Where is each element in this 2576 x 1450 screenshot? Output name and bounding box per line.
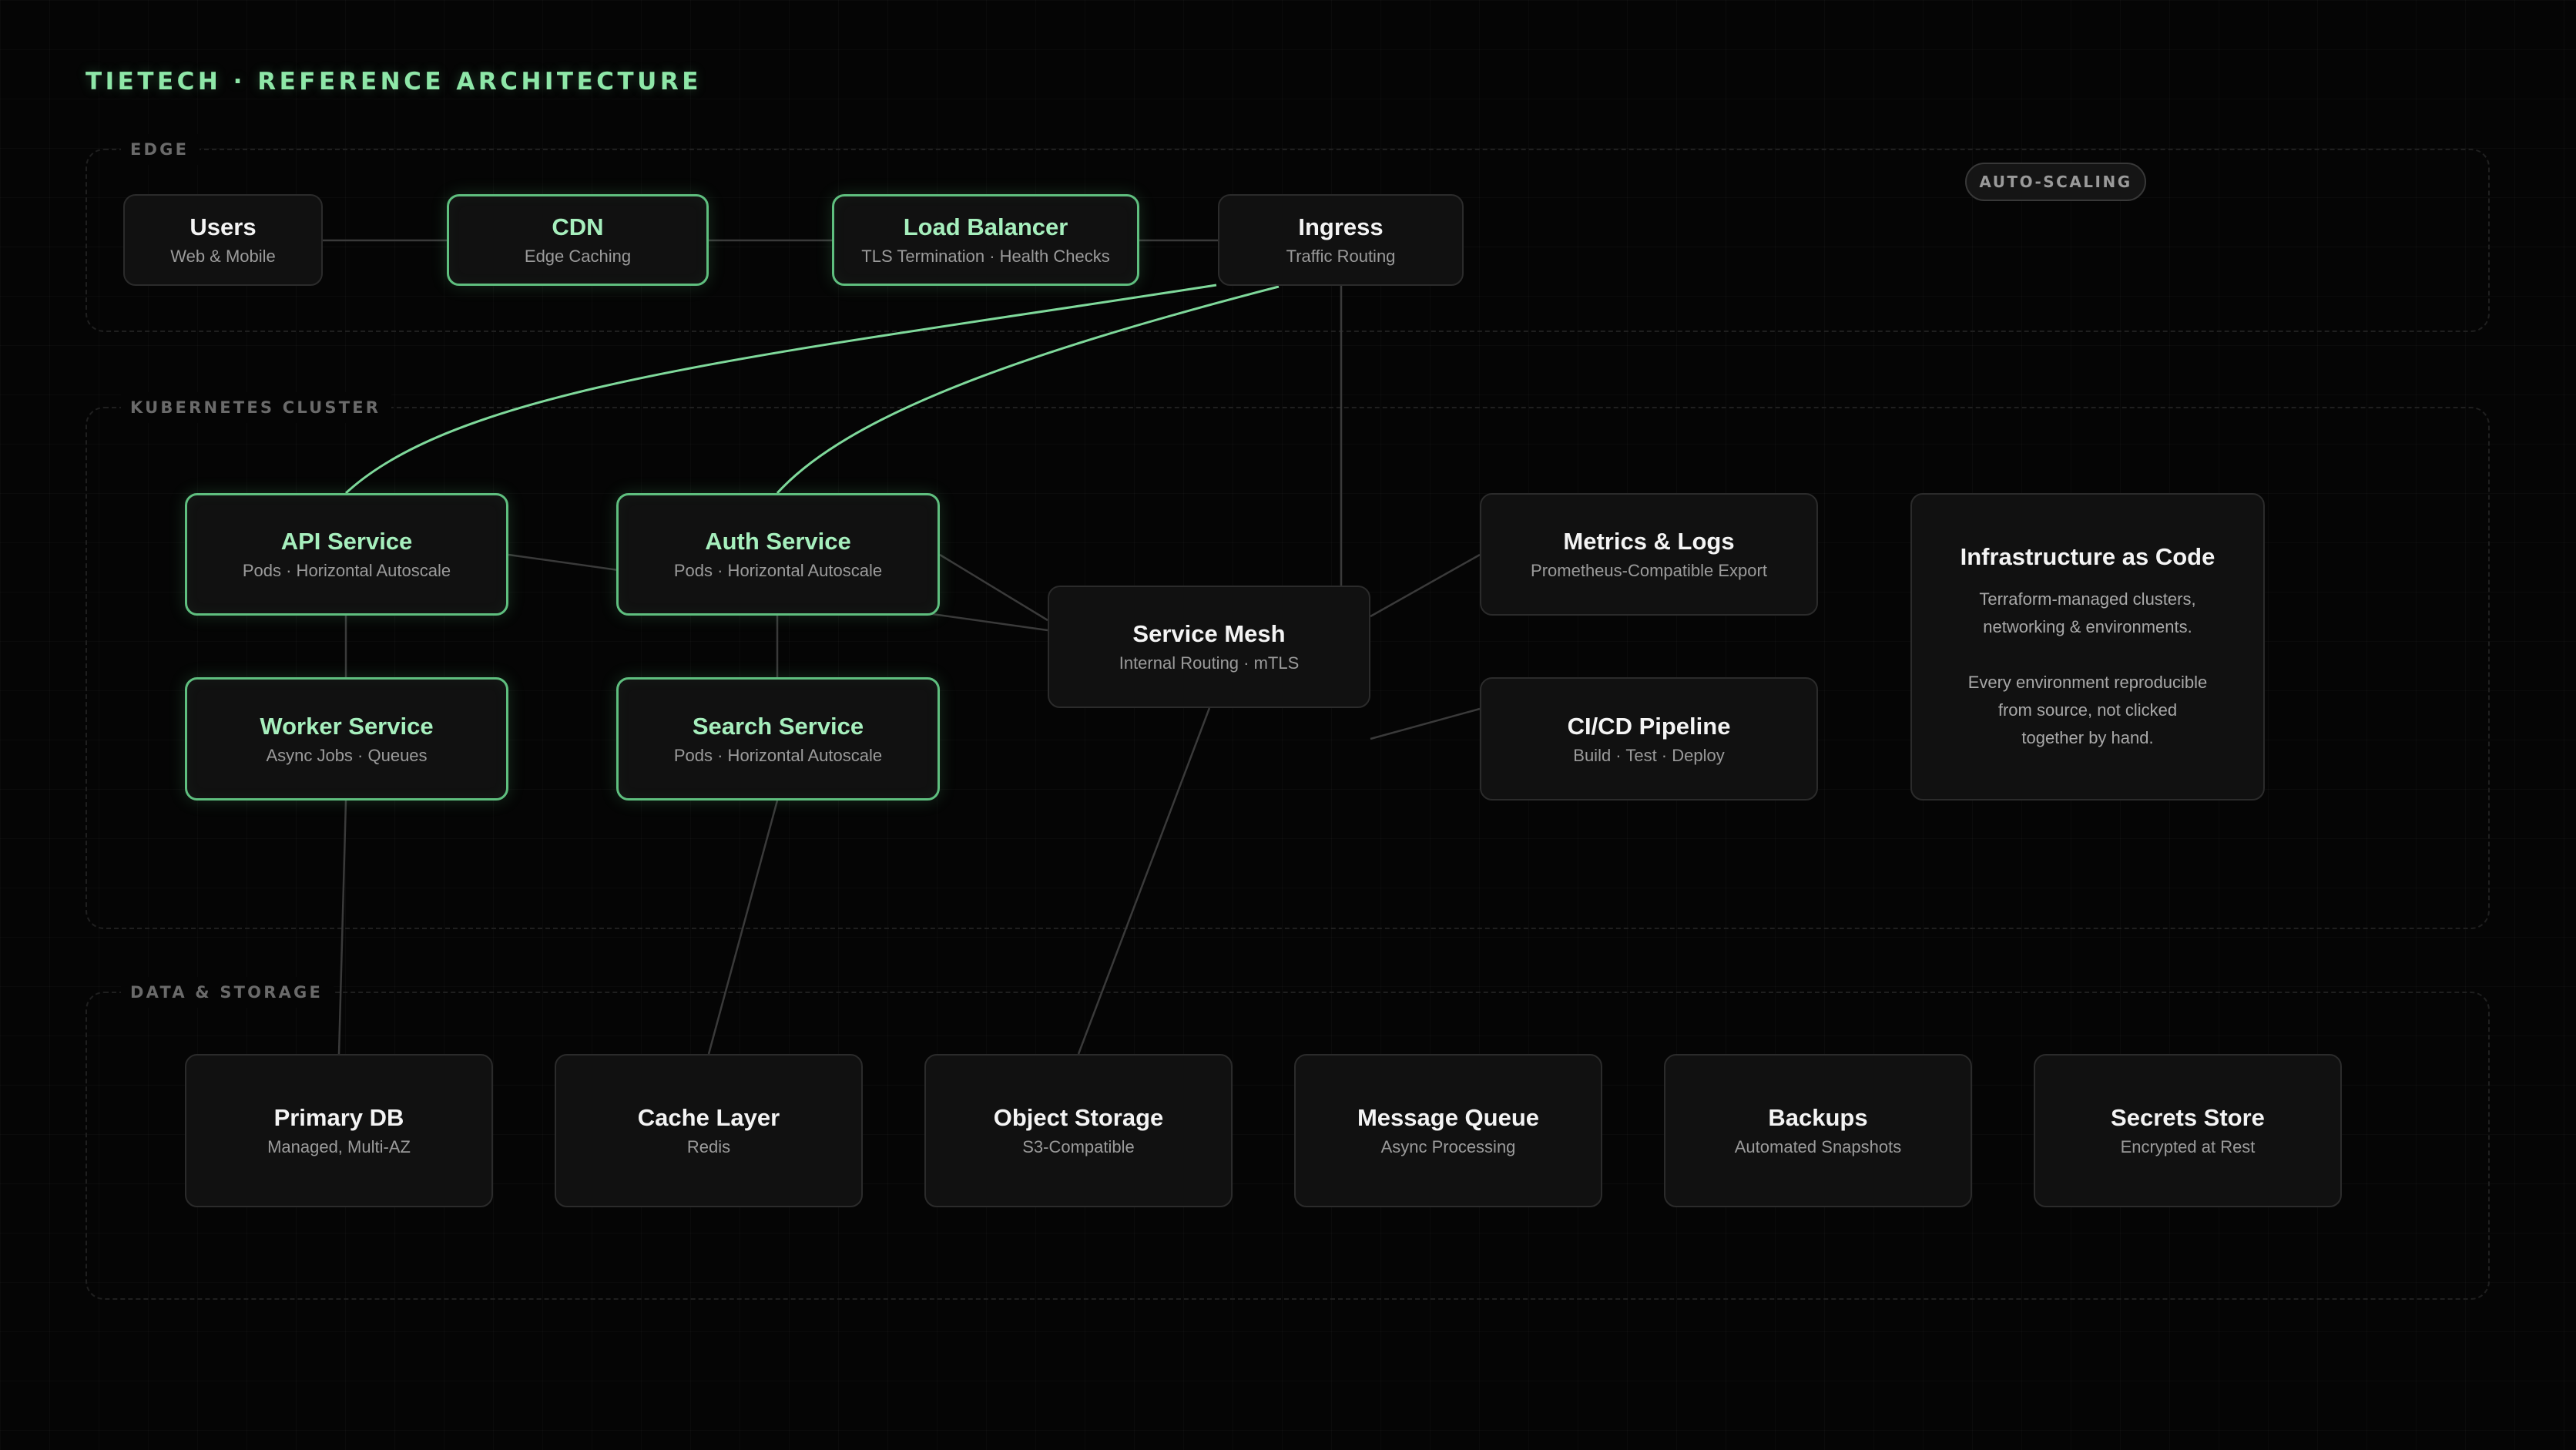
- node-ingress[interactable]: Ingress Traffic Routing: [1218, 194, 1464, 286]
- node-search-service-sub: Pods · Horizontal Autoscale: [673, 745, 883, 765]
- node-secrets-store[interactable]: Secrets Store Encrypted at Rest: [2034, 1054, 2342, 1207]
- node-metrics-logs-name: Metrics & Logs: [1563, 528, 1735, 555]
- node-cache-layer[interactable]: Cache Layer Redis: [555, 1054, 863, 1207]
- node-service-mesh-name: Service Mesh: [1132, 620, 1286, 647]
- node-api-service[interactable]: API Service Pods · Horizontal Autoscale: [185, 493, 508, 616]
- edge-worker-db: [337, 800, 347, 1055]
- node-iac-description: Terraform-managed clusters, networking &…: [1967, 589, 2208, 747]
- node-auth-service-name: Auth Service: [705, 528, 851, 555]
- node-message-queue-sub: Async Processing: [1380, 1137, 1516, 1156]
- edge-search-cache: [707, 800, 779, 1055]
- node-users[interactable]: Users Web & Mobile: [123, 194, 323, 286]
- node-ingress-sub: Traffic Routing: [1286, 247, 1396, 266]
- node-primary-db[interactable]: Primary DB Managed, Multi-AZ: [185, 1054, 493, 1207]
- node-metrics-logs[interactable]: Metrics & Logs Prometheus-Compatible Exp…: [1480, 493, 1818, 616]
- node-load-balancer-sub: TLS Termination · Health Checks: [861, 247, 1110, 266]
- node-cdn[interactable]: CDN Edge Caching: [447, 194, 709, 286]
- edge-ingress-api: [344, 284, 1217, 495]
- node-worker-service-sub: Async Jobs · Queues: [266, 745, 428, 765]
- node-search-service-name: Search Service: [692, 712, 864, 740]
- node-backups-sub: Automated Snapshots: [1734, 1137, 1902, 1156]
- edge-auth-mesh: [939, 553, 1048, 622]
- node-load-balancer-name: Load Balancer: [903, 213, 1068, 240]
- node-message-queue[interactable]: Message Queue Async Processing: [1294, 1054, 1602, 1207]
- node-infrastructure-as-code[interactable]: Infrastructure as Code Terraform-managed…: [1910, 493, 2265, 801]
- node-object-storage-sub: S3-Compatible: [1022, 1137, 1135, 1156]
- node-cache-layer-name: Cache Layer: [637, 1104, 780, 1131]
- node-cdn-name: CDN: [552, 213, 604, 240]
- node-backups[interactable]: Backups Automated Snapshots: [1664, 1054, 1972, 1207]
- node-users-sub: Web & Mobile: [170, 247, 276, 266]
- edge-mesh-metrics: [1370, 553, 1481, 618]
- node-object-storage-name: Object Storage: [993, 1104, 1164, 1131]
- node-auth-service-sub: Pods · Horizontal Autoscale: [673, 561, 883, 580]
- node-api-service-name: API Service: [280, 528, 413, 555]
- node-auth-service[interactable]: Auth Service Pods · Horizontal Autoscale: [616, 493, 940, 616]
- edge-mesh-cicd: [1370, 707, 1481, 740]
- node-api-service-sub: Pods · Horizontal Autoscale: [242, 561, 451, 580]
- node-secrets-store-name: Secrets Store: [2111, 1104, 2265, 1131]
- node-secrets-store-sub: Encrypted at Rest: [2120, 1137, 2256, 1156]
- node-primary-db-name: Primary DB: [273, 1104, 404, 1131]
- node-cache-layer-sub: Redis: [686, 1137, 731, 1156]
- node-cicd-pipeline-sub: Build · Test · Deploy: [1573, 745, 1725, 765]
- node-load-balancer[interactable]: Load Balancer TLS Termination · Health C…: [832, 194, 1139, 286]
- node-ingress-name: Ingress: [1298, 213, 1384, 240]
- node-metrics-logs-sub: Prometheus-Compatible Export: [1531, 561, 1767, 580]
- node-cdn-sub: Edge Caching: [524, 247, 632, 266]
- node-iac-name: Infrastructure as Code: [1960, 542, 2215, 570]
- node-worker-service-name: Worker Service: [260, 712, 434, 740]
- edge-mesh-objects: [1077, 707, 1211, 1055]
- node-service-mesh-sub: Internal Routing · mTLS: [1119, 653, 1300, 673]
- node-worker-service[interactable]: Worker Service Async Jobs · Queues: [185, 677, 508, 801]
- node-object-storage[interactable]: Object Storage S3-Compatible: [924, 1054, 1233, 1207]
- edge-ingress-auth: [776, 285, 1280, 495]
- architecture-diagram: TIETECH · REFERENCE ARCHITECTURE EDGE KU…: [0, 0, 2576, 1450]
- node-service-mesh[interactable]: Service Mesh Internal Routing · mTLS: [1048, 586, 1370, 708]
- node-users-name: Users: [190, 213, 257, 240]
- node-primary-db-sub: Managed, Multi-AZ: [267, 1137, 411, 1156]
- node-message-queue-name: Message Queue: [1357, 1104, 1540, 1131]
- node-cicd-pipeline-name: CI/CD Pipeline: [1567, 712, 1731, 740]
- node-cicd-pipeline[interactable]: CI/CD Pipeline Build · Test · Deploy: [1480, 677, 1818, 801]
- node-search-service[interactable]: Search Service Pods · Horizontal Autosca…: [616, 677, 940, 801]
- node-backups-name: Backups: [1768, 1104, 1868, 1131]
